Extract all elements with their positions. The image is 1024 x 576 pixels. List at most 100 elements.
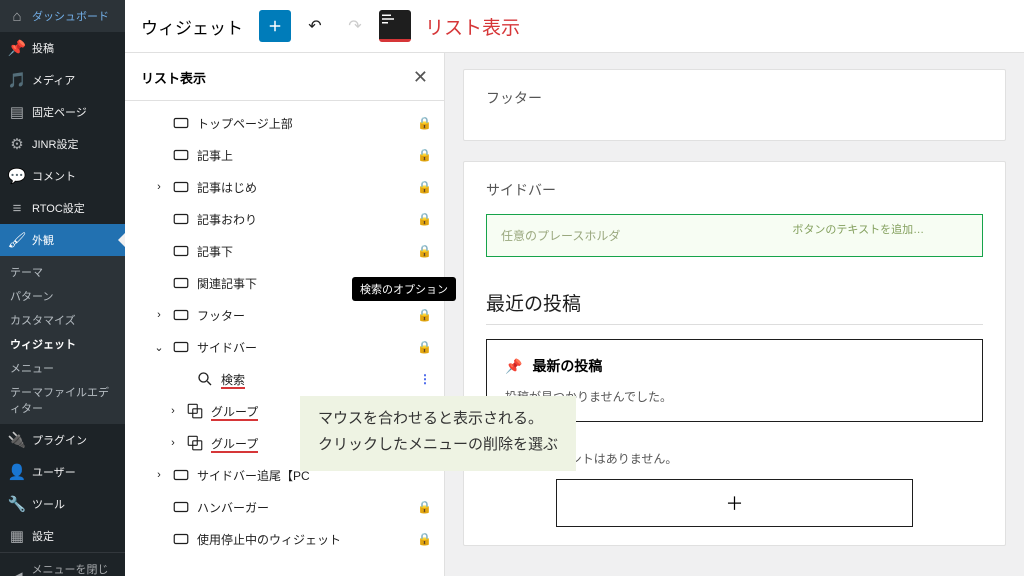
search-widget[interactable]: 任意のプレースホルダ ボタンのテキストを追加…	[486, 214, 983, 257]
sidebar-item-dashboard[interactable]: ⌂ダッシュボード	[0, 0, 125, 32]
tree-label: 記事おわり	[197, 211, 411, 228]
box-icon	[171, 209, 191, 229]
tree-label: 使用停止中のウィジェット	[197, 531, 411, 548]
twisty-icon[interactable]: ›	[153, 469, 165, 481]
box-icon	[171, 177, 191, 197]
main-area: ウィジェット ↶ ↷ リスト表示 リスト表示 ✕ トップページ上部 🔒 記事上 🔒 › 記…	[125, 0, 1024, 576]
footer-area[interactable]: フッター	[463, 69, 1006, 141]
tree-item[interactable]: › フッター 🔒	[125, 299, 444, 331]
sidebar-item-settings[interactable]: ▦設定	[0, 520, 125, 552]
box-icon	[171, 113, 191, 133]
listview-button[interactable]	[379, 10, 411, 42]
sub-customize[interactable]: カスタマイズ	[0, 308, 125, 332]
tree-label: 記事上	[197, 147, 411, 164]
lock-icon: 🔒	[417, 532, 432, 546]
twisty-icon[interactable]: ⌄	[153, 341, 165, 354]
brush-icon: 🖌	[8, 231, 26, 249]
settings-icon: ▦	[8, 527, 26, 545]
tree-item[interactable]: 使用停止中のウィジェット 🔒	[125, 523, 444, 555]
lock-icon: 🔒	[417, 308, 432, 322]
widget-canvas: フッター サイドバー 任意のプレースホルダ ボタンのテキストを追加… 最近の投稿…	[445, 53, 1024, 576]
box-icon	[171, 497, 191, 517]
box-icon	[171, 305, 191, 325]
search-button-text[interactable]: ボタンのテキストを追加…	[735, 215, 983, 256]
add-block-button[interactable]	[259, 10, 291, 42]
tree-label: トップページ上部	[197, 115, 411, 132]
sidebar-item-pages[interactable]: ▤固定ページ	[0, 96, 125, 128]
tree-item[interactable]: 記事上 🔒	[125, 139, 444, 171]
group-icon	[185, 433, 205, 453]
box-icon	[171, 337, 191, 357]
sidebar-item-plugins[interactable]: 🔌プラグイン	[0, 424, 125, 456]
add-block-button[interactable]: ＋	[556, 479, 914, 527]
sub-theme[interactable]: テーマ	[0, 260, 125, 284]
lock-icon: 🔒	[417, 500, 432, 514]
tree-label: 検索	[221, 371, 413, 388]
close-icon[interactable]: ✕	[413, 67, 428, 88]
undo-button[interactable]: ↶	[299, 10, 331, 42]
tree-item[interactable]: ⌄ サイドバー 🔒	[125, 331, 444, 363]
options-icon[interactable]: ⋮	[419, 372, 432, 386]
footer-title: フッター	[486, 88, 983, 108]
twisty-icon[interactable]: ›	[167, 437, 179, 449]
sub-menus[interactable]: メニュー	[0, 356, 125, 380]
sidebar-item-appearance[interactable]: 🖌外観	[0, 224, 125, 256]
tree-item[interactable]: トップページ上部 🔒	[125, 107, 444, 139]
twisty-icon[interactable]: ›	[167, 405, 179, 417]
workbench: リスト表示 ✕ トップページ上部🔒記事上🔒›記事はじめ🔒記事おわり🔒記事下🔒関連…	[125, 53, 1024, 576]
sub-widgets[interactable]: ウィジェット	[0, 332, 125, 356]
dashboard-icon: ⌂	[8, 7, 26, 25]
tree-label: フッター	[197, 307, 411, 324]
options-tooltip: 検索のオプション	[352, 277, 456, 301]
appearance-submenu: テーマ パターン カスタマイズ ウィジェット メニュー テーマファイルエディター	[0, 256, 125, 424]
tree-item[interactable]: 検索 ⋮	[125, 363, 444, 395]
box-icon	[171, 145, 191, 165]
comment-icon: 💬	[8, 167, 26, 185]
tree-item[interactable]: › 記事はじめ 🔒	[125, 171, 444, 203]
redo-button[interactable]: ↷	[339, 10, 371, 42]
user-icon: 👤	[8, 463, 26, 481]
tool-icon: 🔧	[8, 495, 26, 513]
sidebar-item-jinr[interactable]: ⚙JINR設定	[0, 128, 125, 160]
listview-tree: トップページ上部🔒記事上🔒›記事はじめ🔒記事おわり🔒記事下🔒関連記事下🔒›フッタ…	[125, 101, 444, 576]
lock-icon: 🔒	[417, 340, 432, 354]
page-title: ウィジェット	[141, 14, 243, 39]
pin-icon: 📌	[505, 358, 522, 375]
tree-item[interactable]: 記事下🔒	[125, 235, 444, 267]
sub-editor[interactable]: テーマファイルエディター	[0, 380, 125, 420]
collapse-icon: ◀	[8, 568, 25, 576]
sidebar-item-posts[interactable]: 📌投稿	[0, 32, 125, 64]
tree-label: 記事はじめ	[197, 179, 411, 196]
tree-item[interactable]: 記事おわり🔒	[125, 203, 444, 235]
tree-item[interactable]: ハンバーガー 🔒	[125, 491, 444, 523]
box-icon	[171, 241, 191, 261]
lock-icon: 🔒	[417, 180, 432, 194]
twisty-icon[interactable]: ›	[153, 309, 165, 321]
gear-icon: ⚙	[8, 135, 26, 153]
sidebar-item-users[interactable]: 👤ユーザー	[0, 456, 125, 488]
group-icon	[185, 401, 205, 421]
annotation-listview: リスト表示	[425, 13, 520, 40]
sidebar-item-rtoc[interactable]: ≡RTOC設定	[0, 192, 125, 224]
search-placeholder[interactable]: 任意のプレースホルダ	[487, 215, 735, 256]
sidebar-item-media[interactable]: 🎵メディア	[0, 64, 125, 96]
admin-sidebar: ⌂ダッシュボード 📌投稿 🎵メディア ▤固定ページ ⚙JINR設定 💬コメント …	[0, 0, 125, 576]
page-icon: ▤	[8, 103, 26, 121]
tree-label: サイドバー	[197, 339, 411, 356]
sidebar-area[interactable]: サイドバー 任意のプレースホルダ ボタンのテキストを追加… 最近の投稿 📌最新の…	[463, 161, 1006, 546]
twisty-icon[interactable]: ›	[153, 181, 165, 193]
collapse-menu[interactable]: ◀メニューを閉じる	[0, 552, 125, 576]
sidebar-item-comments[interactable]: 💬コメント	[0, 160, 125, 192]
box-icon	[171, 465, 191, 485]
list-icon: ≡	[8, 199, 26, 217]
lock-icon: 🔒	[417, 116, 432, 130]
sidebar-item-tools[interactable]: 🔧ツール	[0, 488, 125, 520]
box-icon	[171, 273, 191, 293]
sub-pattern[interactable]: パターン	[0, 284, 125, 308]
lock-icon: 🔒	[417, 148, 432, 162]
toolbar: ウィジェット ↶ ↷ リスト表示	[125, 0, 1024, 53]
tree-label: ハンバーガー	[197, 499, 411, 516]
plugin-icon: 🔌	[8, 431, 26, 449]
sidebar-title: サイドバー	[486, 180, 983, 200]
search-icon	[195, 369, 215, 389]
